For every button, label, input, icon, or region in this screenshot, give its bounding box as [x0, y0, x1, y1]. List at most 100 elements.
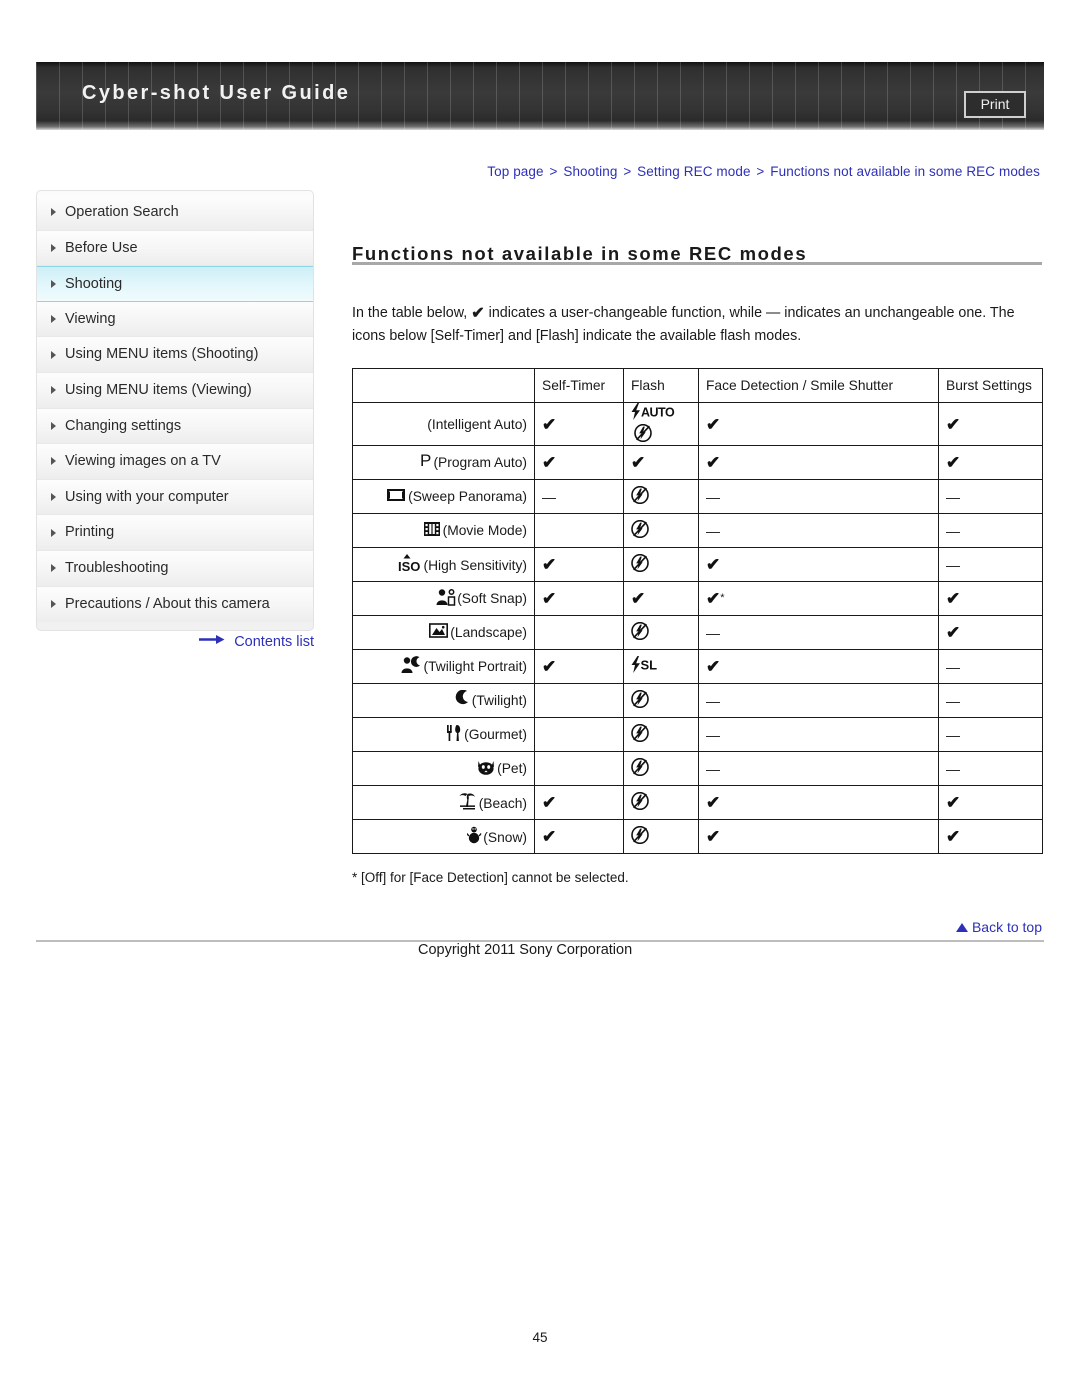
flash-cell: ✔	[623, 581, 699, 616]
sweep-panorama-icon	[386, 486, 407, 507]
sidebar-item-label: Changing settings	[65, 417, 182, 434]
burst-settings-cell: —	[938, 649, 1043, 684]
rec-mode-cell: ISO (High Sensitivity)	[352, 547, 535, 582]
flash-off-icon	[631, 689, 649, 711]
sidebar-item-label: Printing	[65, 524, 115, 541]
contents-list-label: Contents list	[234, 634, 314, 650]
breadcrumb-separator: >	[549, 164, 558, 179]
sidebar-item-shooting[interactable]: Shooting	[37, 266, 313, 302]
self-timer-cell: ✔	[534, 547, 624, 582]
self-timer-check-icon: ✔	[542, 453, 557, 472]
rec-mode-label: (Soft Snap)	[457, 591, 527, 606]
rec-mode-label: (Beach)	[478, 796, 527, 811]
flash-off-icon	[631, 519, 649, 541]
soft-snap-icon	[436, 588, 456, 609]
breadcrumb-item-shooting[interactable]: Shooting	[563, 164, 617, 179]
sidebar-item-operation-search[interactable]: Operation Search	[37, 195, 313, 231]
burst-settings-cell: ✔	[938, 819, 1043, 854]
flash-check-icon: ✔	[631, 453, 646, 472]
sidebar-item-viewing-images-on-a-tv[interactable]: Viewing images on a TV	[37, 444, 313, 480]
sidebar-item-using-menu-items-shooting[interactable]: Using MENU items (Shooting)	[37, 337, 313, 373]
rec-mode-cell: (Snow)	[352, 819, 535, 854]
table-row: (Gourmet) — —	[352, 717, 1043, 752]
flash-cell: ✔	[623, 445, 699, 480]
sidebar-item-label: Precautions / About this camera	[65, 595, 270, 612]
breadcrumb-item-current-page[interactable]: Functions not available in some REC mode…	[770, 164, 1040, 179]
beach-icon	[458, 791, 478, 814]
burst-settings-cell: —	[938, 513, 1043, 548]
sidebar-item-using-menu-items-viewing[interactable]: Using MENU items (Viewing)	[37, 372, 313, 409]
burst-settings-dash: —	[946, 692, 960, 709]
face-detection-cell: —	[698, 717, 939, 752]
self-timer-cell	[534, 717, 624, 752]
svg-text:P: P	[420, 452, 431, 470]
flash-cell	[623, 785, 699, 820]
flash-off-icon	[631, 825, 649, 847]
bullet-arrow-icon	[51, 564, 56, 573]
face-detection-cell: —	[698, 683, 939, 718]
burst-settings-cell: ✔	[938, 402, 1043, 446]
flash-cell	[623, 479, 699, 514]
svg-text:ISO: ISO	[398, 559, 420, 573]
sidebar-item-label: Before Use	[65, 239, 138, 256]
back-to-top-link[interactable]: Back to top	[955, 919, 1042, 935]
self-timer-cell	[534, 513, 624, 548]
self-timer-cell: ✔	[534, 445, 624, 480]
self-timer-cell: —	[534, 479, 624, 514]
rec-mode-label: (Sweep Panorama)	[408, 489, 527, 504]
burst-settings-cell: ✔	[938, 445, 1043, 480]
burst-settings-cell: ✔	[938, 581, 1043, 616]
breadcrumb-item-setting-rec-mode[interactable]: Setting REC mode	[637, 164, 750, 179]
page-number: 45	[532, 1330, 548, 1345]
rec-mode-label: (Snow)	[483, 829, 527, 845]
column-header-flash: Flash	[623, 368, 699, 403]
title-divider	[352, 262, 1042, 265]
sidebar-item-changing-settings[interactable]: Changing settings	[37, 408, 313, 445]
face-detection-cell: —	[698, 513, 939, 548]
burst-settings-cell: —	[938, 751, 1043, 786]
table-row: P (Program Auto) ✔ ✔ ✔ ✔	[352, 445, 1043, 480]
face-detection-dash: —	[706, 624, 720, 641]
rec-mode-cell: P (Program Auto)	[352, 445, 535, 480]
burst-settings-cell: ✔	[938, 785, 1043, 820]
flash-cell	[623, 717, 699, 752]
flash-off-icon	[631, 791, 649, 813]
self-timer-cell: ✔	[534, 785, 624, 820]
sidebar-navigation: Operation Search Before Use Shooting Viewin…	[36, 190, 314, 632]
sidebar-item-viewing[interactable]: Viewing	[37, 301, 313, 338]
sidebar-item-precautions-about-this-camera[interactable]: Precautions / About this camera	[37, 586, 313, 623]
bullet-arrow-icon	[51, 243, 56, 252]
face-detection-dash: —	[706, 726, 720, 743]
copyright-text: Copyright 2011 Sony Corporation	[418, 942, 633, 958]
rec-mode-cell: (Intelligent Auto)	[352, 402, 535, 446]
flash-cell	[623, 513, 699, 548]
breadcrumb-item-top-page[interactable]: Top page	[487, 164, 543, 179]
burst-settings-cell: —	[938, 547, 1043, 582]
burst-settings-cell: —	[938, 479, 1043, 514]
table-row: (Twilight Portrait) ✔ SL ✔ —	[352, 649, 1043, 684]
contents-list-link[interactable]: Contents list	[36, 634, 314, 650]
column-header-burst-settings: Burst Settings	[938, 368, 1043, 403]
sidebar-item-printing[interactable]: Printing	[37, 515, 313, 551]
burst-settings-cell: —	[938, 717, 1043, 752]
svg-text:AUTO: AUTO	[641, 405, 675, 419]
sidebar-item-using-with-your-computer[interactable]: Using with your computer	[37, 479, 313, 516]
burst-settings-dash: —	[946, 726, 960, 743]
landscape-icon	[429, 622, 449, 643]
rec-mode-cell: (Landscape)	[352, 615, 535, 650]
burst-settings-check-icon: ✔	[946, 589, 961, 608]
table-header-row: Self-Timer Flash Face Detection / Smile …	[352, 368, 1043, 403]
burst-settings-dash: —	[946, 760, 960, 777]
print-button[interactable]: Print	[964, 91, 1026, 118]
rec-mode-label: (Gourmet)	[464, 727, 527, 742]
flash-cell	[623, 683, 699, 718]
burst-settings-cell: ✔	[938, 615, 1043, 650]
intro-paragraph: In the table below, ✔ indicates a user-c…	[352, 302, 1042, 348]
face-detection-cell: ✔	[698, 819, 939, 854]
sidebar-item-before-use[interactable]: Before Use	[37, 230, 313, 267]
self-timer-cell: ✔	[534, 819, 624, 854]
rec-mode-cell: (Beach)	[352, 785, 535, 820]
table-row: (Twilight) — —	[352, 683, 1043, 718]
sidebar-item-troubleshooting[interactable]: Troubleshooting	[37, 550, 313, 587]
face-detection-check-icon: ✔	[706, 827, 721, 846]
